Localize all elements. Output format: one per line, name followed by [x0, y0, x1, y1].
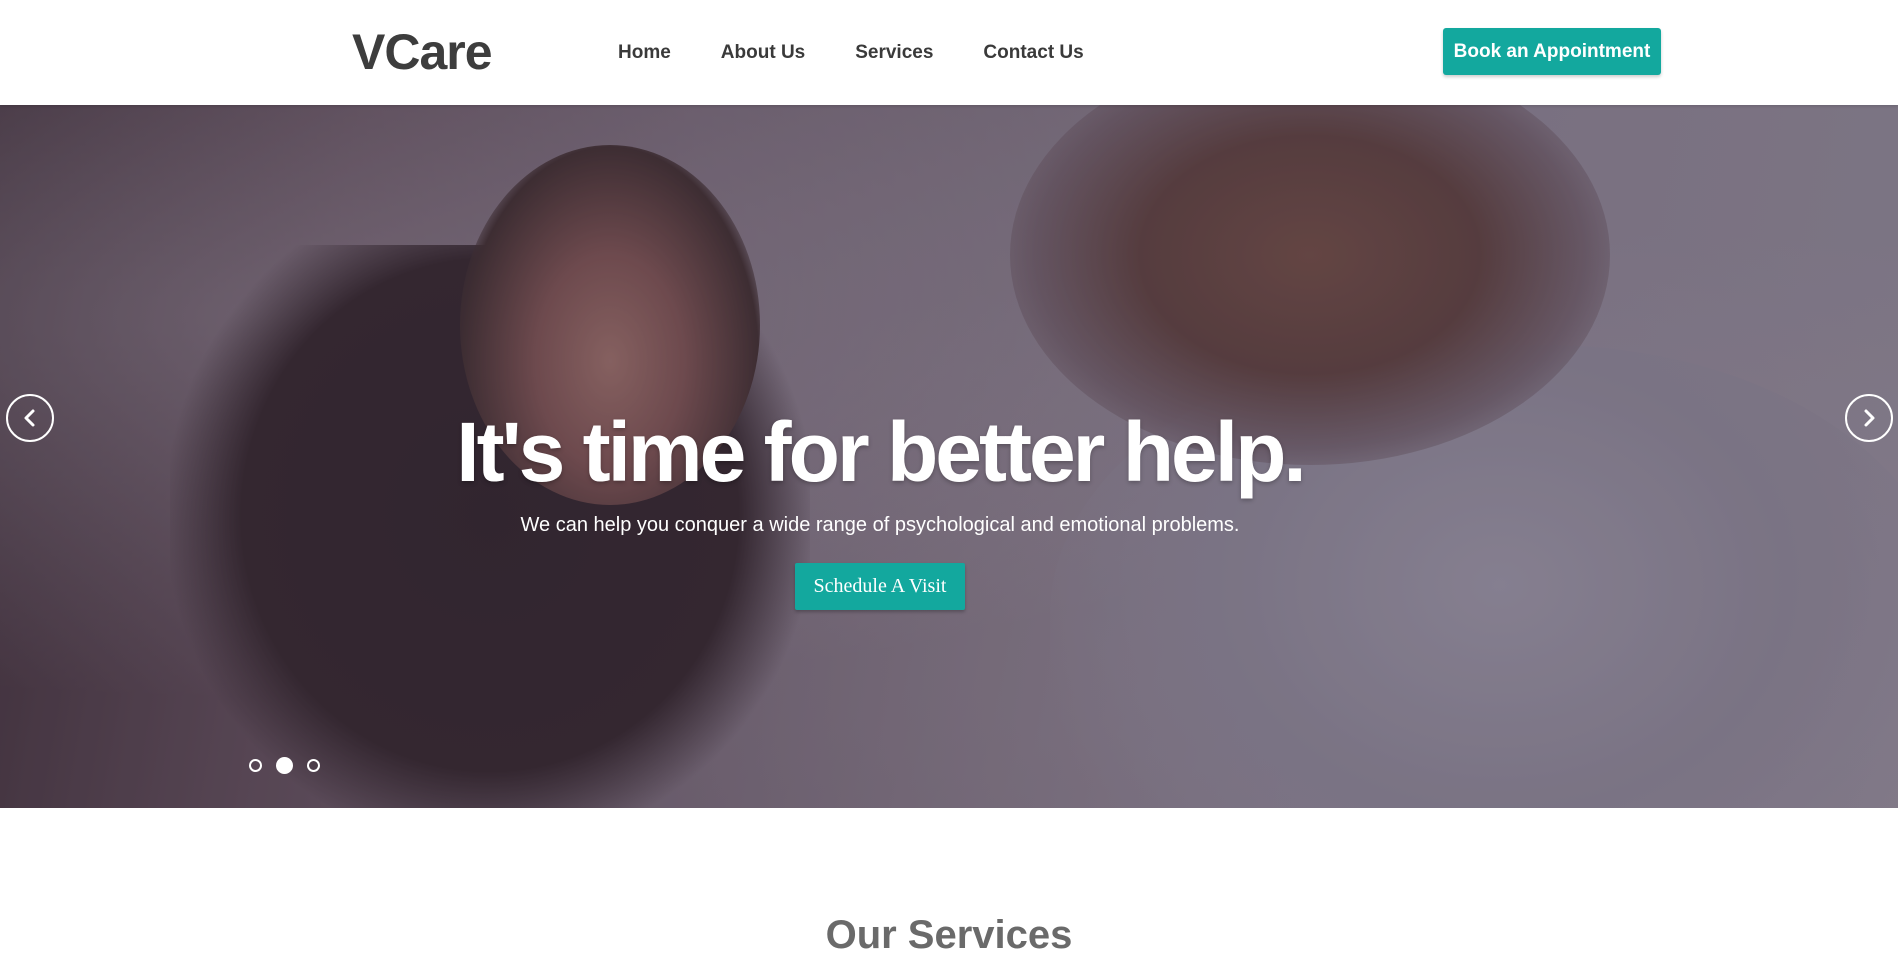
carousel-indicators [249, 757, 320, 774]
site-header: VCare Home About Us Services Contact Us … [0, 0, 1898, 105]
hero-title: It's time for better help. [456, 405, 1306, 499]
carousel-dot-2[interactable] [276, 757, 293, 774]
hero-subtitle: We can help you conquer a wide range of … [520, 514, 1240, 536]
site-logo[interactable]: VCare [352, 22, 493, 82]
schedule-visit-button[interactable]: Schedule A Visit [795, 563, 965, 610]
carousel-dot-3[interactable] [307, 759, 320, 772]
nav-item-contact-us[interactable]: Contact Us [983, 40, 1083, 66]
nav-item-home[interactable]: Home [618, 40, 671, 66]
chevron-left-icon [24, 409, 35, 427]
carousel-dot-1[interactable] [249, 759, 262, 772]
carousel-prev-button[interactable] [6, 394, 54, 442]
book-appointment-button[interactable]: Book an Appointment [1443, 28, 1661, 75]
services-section-title: Our Services [825, 913, 1073, 957]
main-nav: Home About Us Services Contact Us [618, 40, 1084, 66]
nav-item-services[interactable]: Services [855, 40, 933, 66]
hero-carousel: It's time for better help. We can help y… [0, 105, 1898, 808]
carousel-next-button[interactable] [1845, 394, 1893, 442]
nav-item-about-us[interactable]: About Us [721, 40, 805, 66]
chevron-right-icon [1864, 409, 1875, 427]
